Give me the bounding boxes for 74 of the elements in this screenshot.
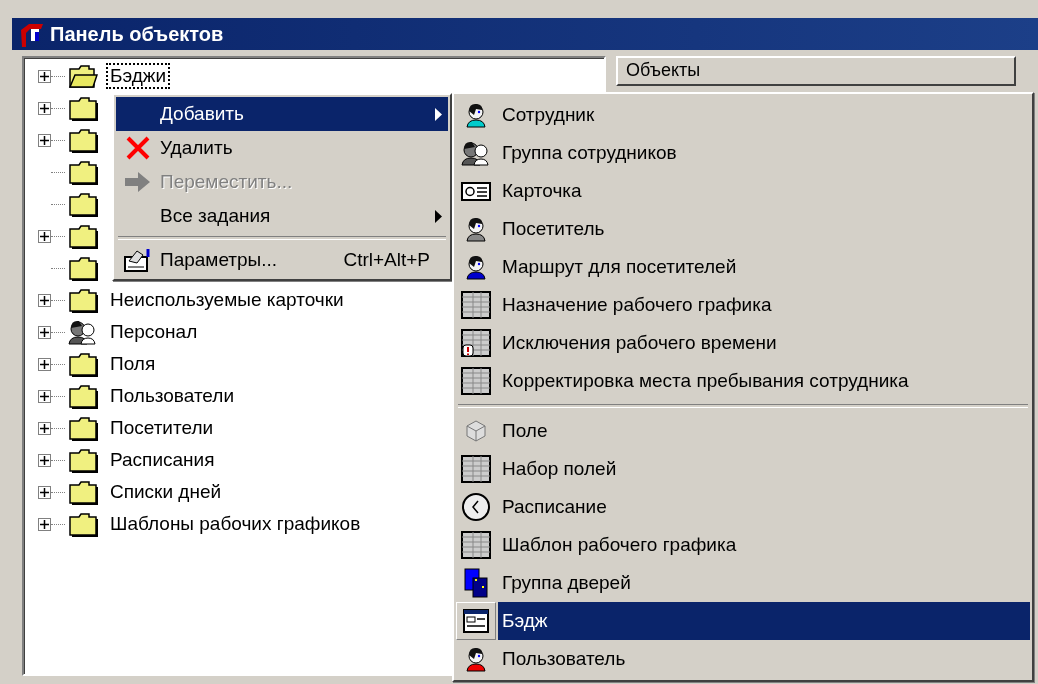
menu-item[interactable]: Маршрут для посетителей bbox=[456, 248, 1030, 286]
badge-icon bbox=[463, 609, 489, 633]
folder-icon bbox=[68, 95, 98, 121]
delete-icon bbox=[125, 135, 151, 161]
expand-toggle[interactable] bbox=[38, 133, 51, 147]
table-warning-icon bbox=[461, 329, 491, 357]
folder-icon bbox=[68, 511, 98, 537]
id-card-icon bbox=[461, 180, 491, 202]
window-title: Панель объектов bbox=[50, 22, 224, 46]
folder-icon bbox=[68, 159, 98, 185]
doors-icon bbox=[463, 568, 489, 598]
tree-item[interactable]: Расписания bbox=[106, 447, 219, 473]
tree-item[interactable]: Посетители bbox=[106, 415, 218, 441]
expand-toggle[interactable] bbox=[38, 453, 51, 467]
menu-item[interactable]: Параметры... Ctrl+Alt+P bbox=[116, 243, 448, 277]
arrow-icon bbox=[124, 171, 152, 193]
expand-toggle[interactable] bbox=[38, 389, 51, 403]
person-clock-icon bbox=[463, 254, 489, 280]
expand-toggle[interactable] bbox=[38, 325, 51, 339]
column-header[interactable]: Объекты bbox=[616, 56, 1016, 86]
person-icon bbox=[463, 102, 489, 128]
menu-item[interactable]: Карточка bbox=[456, 172, 1030, 210]
table-icon bbox=[461, 291, 491, 319]
user-icon bbox=[463, 646, 489, 672]
tree-item[interactable]: Поля bbox=[106, 351, 160, 377]
menu-item[interactable]: Группа сотрудников bbox=[456, 134, 1030, 172]
menu-item[interactable]: Сотрудник bbox=[456, 96, 1030, 134]
folder-icon bbox=[68, 287, 98, 313]
clock-icon bbox=[461, 492, 491, 522]
tree-item[interactable]: Неиспользуемые карточки bbox=[106, 287, 348, 313]
menu-item[interactable]: Все задания bbox=[116, 199, 448, 233]
expand-toggle[interactable] bbox=[38, 421, 51, 435]
tree-item[interactable]: Пользователи bbox=[106, 383, 238, 409]
tree-item[interactable]: Списки дней bbox=[106, 479, 226, 505]
cube-icon bbox=[463, 418, 489, 444]
expand-toggle[interactable] bbox=[38, 101, 51, 115]
table-icon bbox=[461, 455, 491, 483]
folder-icon bbox=[68, 191, 98, 217]
table-icon bbox=[461, 531, 491, 559]
folder-icon bbox=[68, 383, 98, 409]
menu-item[interactable]: Шаблон рабочего графика bbox=[456, 526, 1030, 564]
expand-toggle[interactable] bbox=[38, 357, 51, 371]
folder-icon bbox=[68, 127, 98, 153]
menu-item[interactable]: Назначение рабочего графика bbox=[456, 286, 1030, 324]
person-icon bbox=[463, 216, 489, 242]
tree-item[interactable]: Бэджи bbox=[106, 63, 171, 89]
folder-icon bbox=[68, 255, 98, 281]
open-folder-icon bbox=[68, 63, 98, 89]
menu-item[interactable]: Пользователь bbox=[456, 640, 1030, 678]
table-icon bbox=[461, 367, 491, 395]
menu-item[interactable]: Удалить bbox=[116, 131, 448, 165]
folder-icon bbox=[68, 447, 98, 473]
menu-item[interactable]: Группа дверей bbox=[456, 564, 1030, 602]
tree-item[interactable]: Персонал bbox=[106, 319, 202, 345]
folder-icon bbox=[68, 351, 98, 377]
expand-toggle[interactable] bbox=[38, 69, 51, 83]
expand-toggle[interactable] bbox=[38, 485, 51, 499]
properties-icon bbox=[123, 247, 153, 273]
folder-icon bbox=[68, 479, 98, 505]
expand-toggle[interactable] bbox=[38, 293, 51, 307]
people-icon bbox=[68, 319, 98, 345]
expand-toggle[interactable] bbox=[38, 229, 51, 243]
menu-item[interactable]: Исключения рабочего времени bbox=[456, 324, 1030, 362]
menu-item[interactable]: Поле bbox=[456, 412, 1030, 450]
expand-toggle[interactable] bbox=[38, 517, 51, 531]
menu-item[interactable]: Корректировка места пребывания сотрудника bbox=[456, 362, 1030, 400]
menu-item[interactable]: Добавить bbox=[116, 97, 448, 131]
folder-icon bbox=[68, 415, 98, 441]
menu-item[interactable]: Расписание bbox=[456, 488, 1030, 526]
people-icon bbox=[461, 140, 491, 166]
menu-item[interactable]: Набор полей bbox=[456, 450, 1030, 488]
folder-icon bbox=[68, 223, 98, 249]
menu-item[interactable]: Посетитель bbox=[456, 210, 1030, 248]
tree-item[interactable]: Шаблоны рабочих графиков bbox=[106, 511, 365, 537]
